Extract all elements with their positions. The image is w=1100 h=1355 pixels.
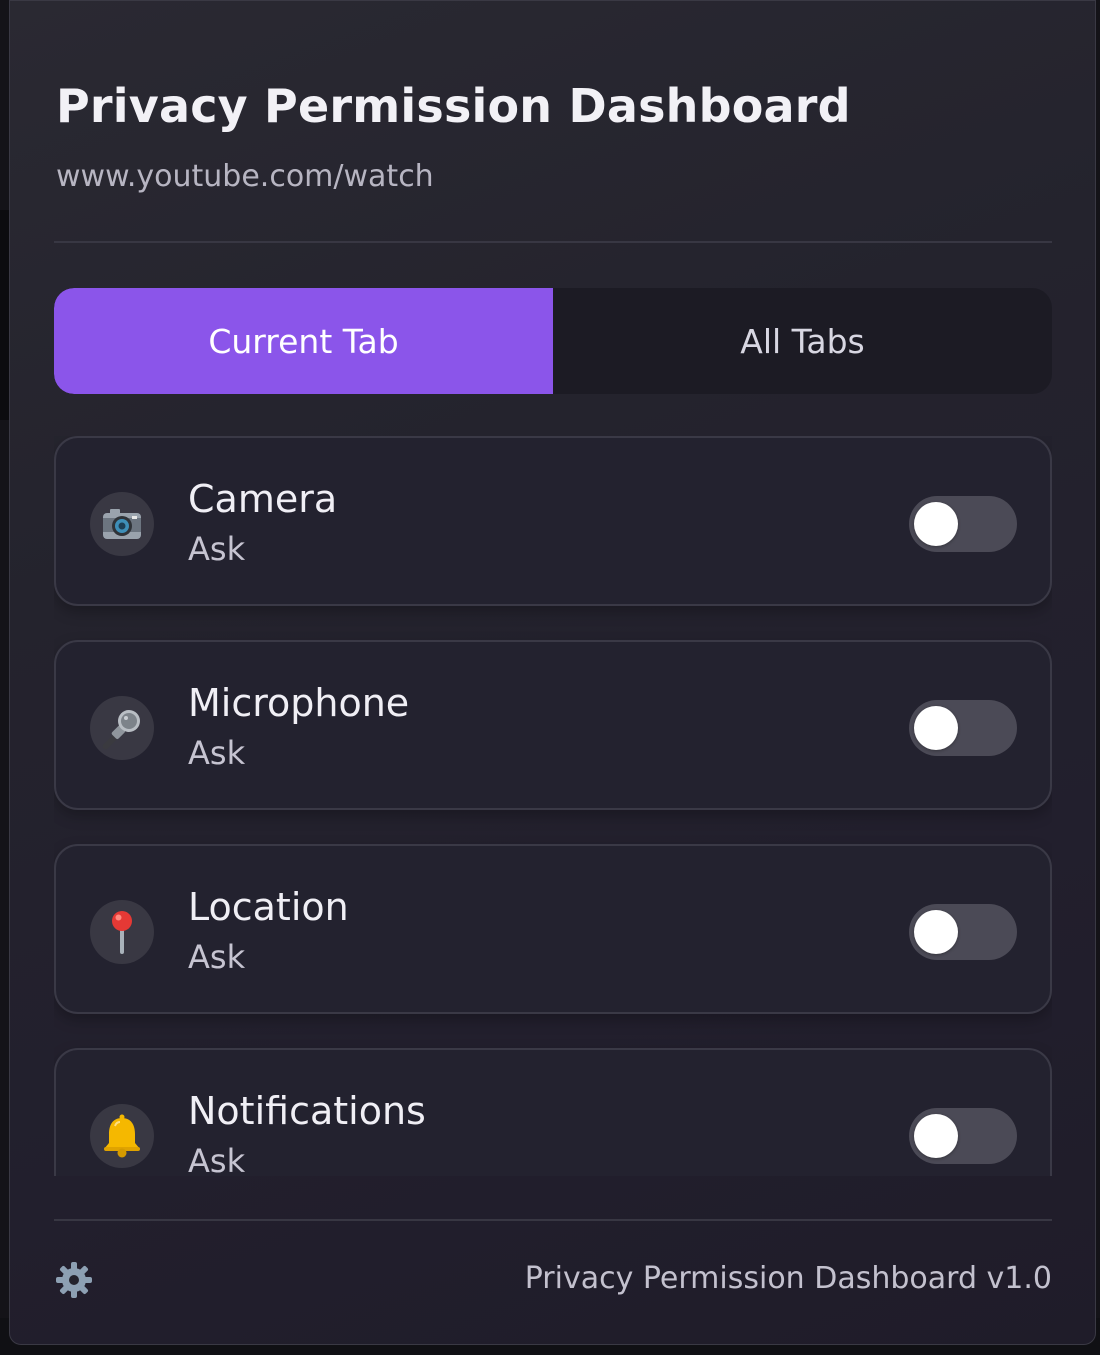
permission-status: Ask [188, 938, 246, 976]
tab-all[interactable]: All Tabs [553, 288, 1052, 394]
footer-divider [54, 1219, 1052, 1221]
current-url: www.youtube.com/watch [56, 159, 434, 194]
toggle-knob [914, 502, 958, 546]
permission-card-camera: Camera Ask [54, 436, 1052, 606]
camera-toggle[interactable] [909, 496, 1017, 552]
permission-status: Ask [188, 734, 246, 772]
permission-card-location: Location Ask [54, 844, 1052, 1014]
extension-popup: Privacy Permission Dashboard www.youtube… [9, 0, 1096, 1345]
permission-status: Ask [188, 530, 246, 568]
tab-switcher: Current Tab All Tabs [54, 288, 1052, 394]
page-title: Privacy Permission Dashboard [56, 79, 851, 133]
permission-name: Microphone [188, 681, 410, 725]
permission-card-microphone: Microphone Ask [54, 640, 1052, 810]
notifications-toggle[interactable] [909, 1108, 1017, 1164]
header: Privacy Permission Dashboard www.youtube… [56, 73, 1056, 197]
gear-icon[interactable] [54, 1260, 94, 1300]
version-label: Privacy Permission Dashboard v1.0 [524, 1261, 1052, 1296]
toggle-knob [914, 910, 958, 954]
footer: Privacy Permission Dashboard v1.0 [54, 1256, 1052, 1302]
permission-card-notifications: Notifications Ask [54, 1048, 1052, 1176]
tab-current[interactable]: Current Tab [54, 288, 553, 394]
permission-status: Ask [188, 1142, 246, 1176]
permission-name: Location [188, 885, 349, 929]
location-pin-icon [90, 900, 154, 964]
permission-list: Camera Ask Microphone Ask Location Ask N… [54, 436, 1052, 1176]
camera-icon [90, 492, 154, 556]
toggle-knob [914, 1114, 958, 1158]
location-toggle[interactable] [909, 904, 1017, 960]
microphone-icon [90, 696, 154, 760]
header-divider [54, 241, 1052, 243]
bell-icon [90, 1104, 154, 1168]
permission-name: Notifications [188, 1089, 426, 1133]
microphone-toggle[interactable] [909, 700, 1017, 756]
toggle-knob [914, 706, 958, 750]
permission-name: Camera [188, 477, 338, 521]
